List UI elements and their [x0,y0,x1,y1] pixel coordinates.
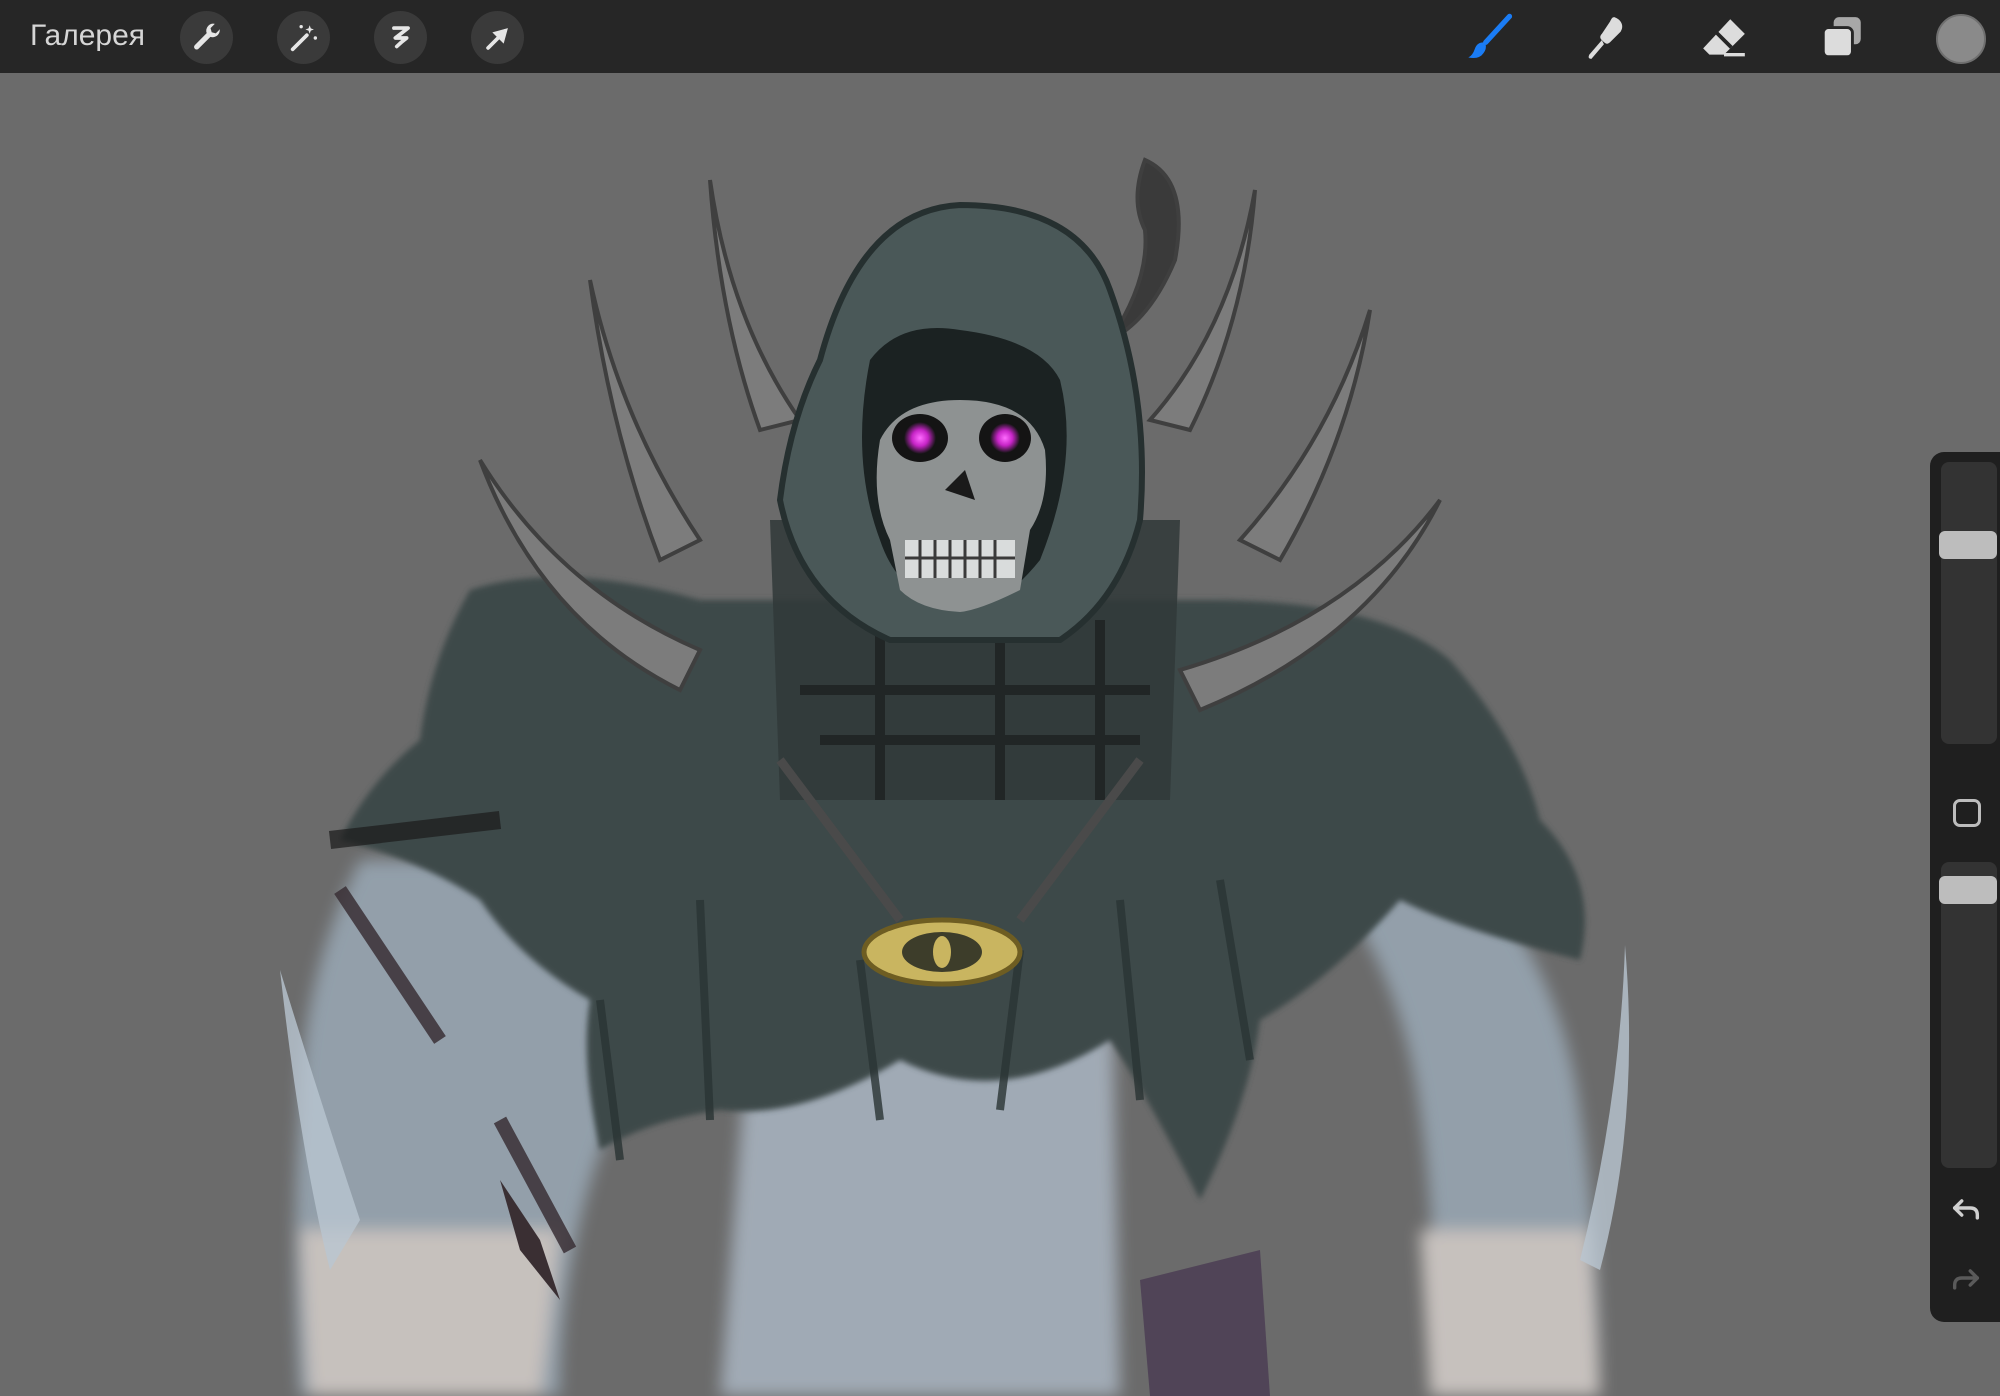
redo-icon [1952,1269,1980,1290]
smudge-tool[interactable] [1578,10,1634,66]
top-toolbar: Галерея [0,0,2000,73]
selection-icon [391,25,410,48]
brush-size-slider[interactable] [1939,462,1997,744]
smudge-icon [1588,17,1623,59]
modify-square-icon[interactable] [1953,799,1981,827]
redo-button[interactable] [1946,1258,1986,1298]
layers-icon [1821,17,1861,59]
transform-button[interactable] [471,11,524,64]
opacity-handle[interactable] [1939,875,1997,904]
drawing-canvas[interactable] [0,73,2000,1396]
undo-button[interactable] [1946,1188,1986,1228]
opacity-slider[interactable] [1939,862,1997,1168]
brush-tool[interactable] [1462,10,1518,66]
wrench-icon [193,23,220,50]
gallery-button[interactable]: Галерея [30,16,145,56]
side-panel [1930,452,2000,1322]
eraser-tool[interactable] [1696,10,1752,66]
brush-icon [1468,13,1513,59]
transform-arrow-icon [485,27,508,50]
layers-tool[interactable] [1814,10,1870,66]
canvas-artwork [280,157,1630,1396]
adjustments-button[interactable] [277,11,330,64]
actions-button[interactable] [180,11,233,64]
eraser-icon [1703,19,1745,57]
undo-icon [1952,1199,1980,1220]
magic-wand-icon [290,24,317,51]
selection-button[interactable] [374,11,427,64]
brush-size-handle[interactable] [1939,530,1997,559]
color-picker-button[interactable] [1936,14,1986,64]
